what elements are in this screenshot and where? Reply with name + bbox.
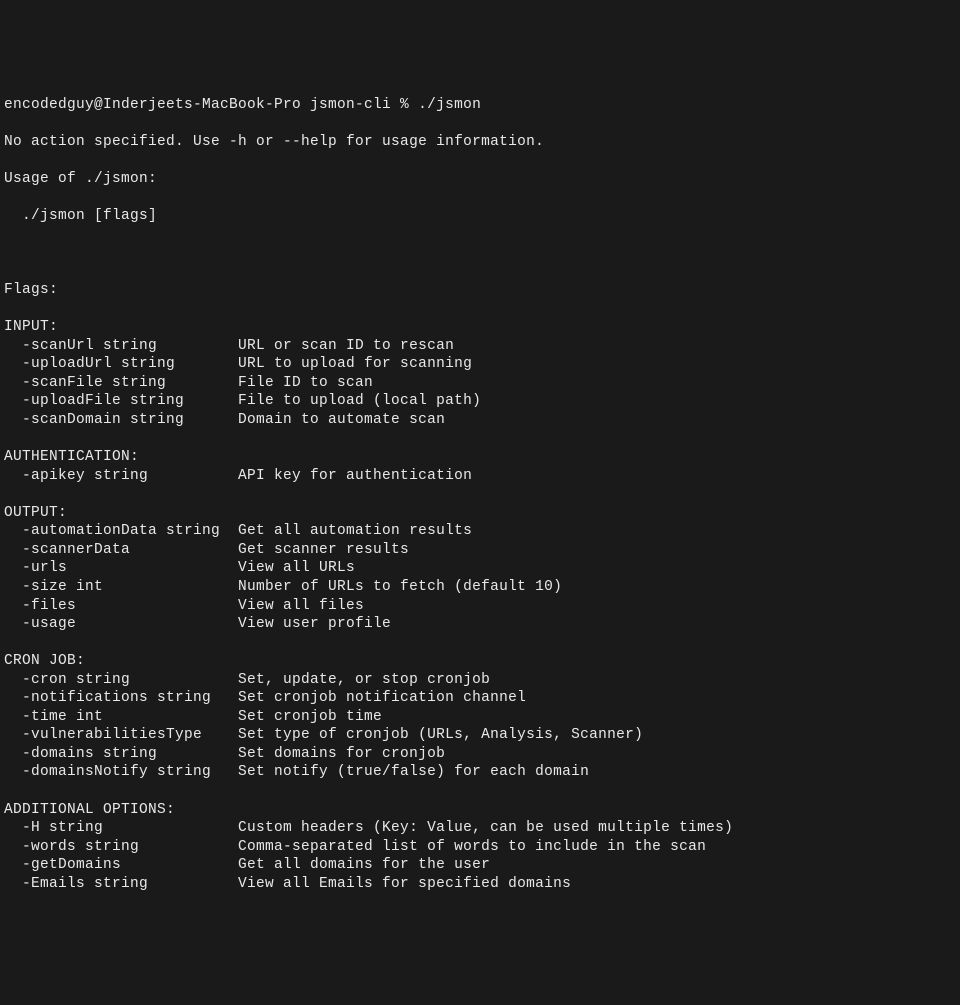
section-title: ADDITIONAL OPTIONS: <box>4 801 956 820</box>
terminal-output: encodedguy@Inderjeets-MacBook-Pro jsmon-… <box>4 77 956 912</box>
usage-header: Usage of ./jsmon: <box>4 170 956 189</box>
flag-row: -vulnerabilitiesType Set type of cronjob… <box>4 726 956 745</box>
flag-row: -uploadUrl string URL to upload for scan… <box>4 355 956 374</box>
section-title: CRON JOB: <box>4 652 956 671</box>
flag-row: -time int Set cronjob time <box>4 708 956 727</box>
flags-header: Flags: <box>4 281 956 300</box>
blank-line <box>4 634 956 653</box>
blank-line <box>4 485 956 504</box>
flag-row: -urls View all URLs <box>4 559 956 578</box>
sections-container: INPUT: -scanUrl string URL or scan ID to… <box>4 318 956 893</box>
flag-row: -domainsNotify string Set notify (true/f… <box>4 763 956 782</box>
flag-row: -files View all files <box>4 597 956 616</box>
flag-row: -notifications string Set cronjob notifi… <box>4 689 956 708</box>
flag-row: -usage View user profile <box>4 615 956 634</box>
blank-line <box>4 430 956 449</box>
flag-row: -scanDomain string Domain to automate sc… <box>4 411 956 430</box>
section-title: INPUT: <box>4 318 956 337</box>
usage-command: ./jsmon [flags] <box>4 207 956 226</box>
flag-row: -scanUrl string URL or scan ID to rescan <box>4 337 956 356</box>
section-title: OUTPUT: <box>4 504 956 523</box>
flag-row: -apikey string API key for authenticatio… <box>4 467 956 486</box>
flag-row: -Emails string View all Emails for speci… <box>4 875 956 894</box>
flag-row: -cron string Set, update, or stop cronjo… <box>4 671 956 690</box>
blank-line <box>4 244 956 263</box>
flag-row: -getDomains Get all domains for the user <box>4 856 956 875</box>
flag-row: -scanFile string File ID to scan <box>4 374 956 393</box>
blank-line <box>4 782 956 801</box>
section-title: AUTHENTICATION: <box>4 448 956 467</box>
flag-row: -uploadFile string File to upload (local… <box>4 392 956 411</box>
flag-row: -scannerData Get scanner results <box>4 541 956 560</box>
flag-row: -domains string Set domains for cronjob <box>4 745 956 764</box>
prompt-line: encodedguy@Inderjeets-MacBook-Pro jsmon-… <box>4 96 956 115</box>
flag-row: -size int Number of URLs to fetch (defau… <box>4 578 956 597</box>
error-line: No action specified. Use -h or --help fo… <box>4 133 956 152</box>
flag-row: -automationData string Get all automatio… <box>4 522 956 541</box>
flag-row: -H string Custom headers (Key: Value, ca… <box>4 819 956 838</box>
flag-row: -words string Comma-separated list of wo… <box>4 838 956 857</box>
